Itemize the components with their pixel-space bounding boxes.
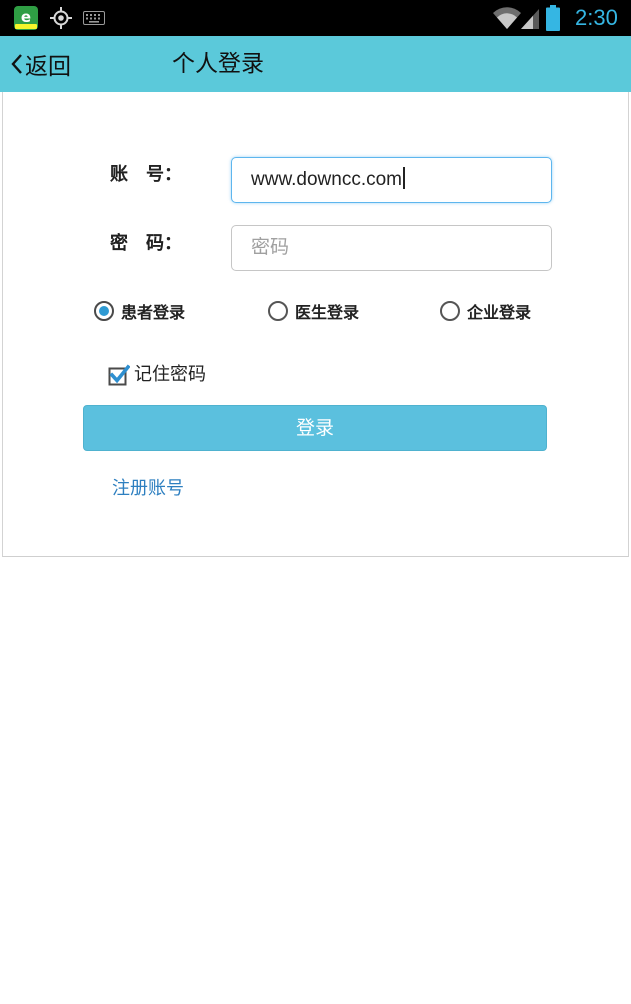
app-notification-icon: e	[14, 6, 38, 30]
page-title: 个人登录	[172, 51, 264, 77]
radio-label: 企业登录	[467, 303, 532, 322]
text-cursor	[403, 166, 405, 189]
radio-patient-login[interactable]: 患者登录	[94, 299, 185, 323]
radio-label: 患者登录	[121, 303, 186, 322]
gps-icon	[50, 7, 72, 29]
back-label: 返回	[25, 54, 71, 80]
register-account-link[interactable]: 注册账号	[112, 474, 184, 500]
password-input[interactable]	[231, 225, 552, 271]
radio-label: 医生登录	[295, 303, 360, 322]
battery-icon	[546, 5, 560, 31]
wifi-icon	[493, 7, 521, 30]
account-input-value: www.downcc.com	[251, 169, 402, 190]
keyboard-icon	[83, 11, 105, 25]
signal-icon	[521, 9, 539, 29]
status-time: 2:30	[575, 5, 618, 30]
back-button[interactable]: 返回	[10, 36, 71, 92]
chevron-left-icon	[11, 54, 22, 74]
checkbox-checked-icon	[108, 364, 130, 386]
remember-password-checkbox[interactable]: 记住密码	[108, 360, 206, 386]
remember-password-label: 记住密码	[134, 364, 206, 385]
account-label: 账 号：	[110, 164, 182, 185]
radio-doctor-login[interactable]: 医生登录	[268, 299, 359, 323]
radio-unchecked-icon	[268, 301, 288, 321]
radio-checked-icon	[94, 301, 114, 321]
app-bar: 返回 个人登录	[0, 36, 631, 92]
radio-unchecked-icon	[440, 301, 460, 321]
status-bar: e 2:30	[0, 0, 631, 36]
login-button[interactable]: 登录	[83, 405, 547, 451]
radio-enterprise-login[interactable]: 企业登录	[440, 299, 531, 323]
password-label: 密 码：	[110, 233, 182, 254]
account-input[interactable]: www.downcc.com	[231, 157, 552, 203]
